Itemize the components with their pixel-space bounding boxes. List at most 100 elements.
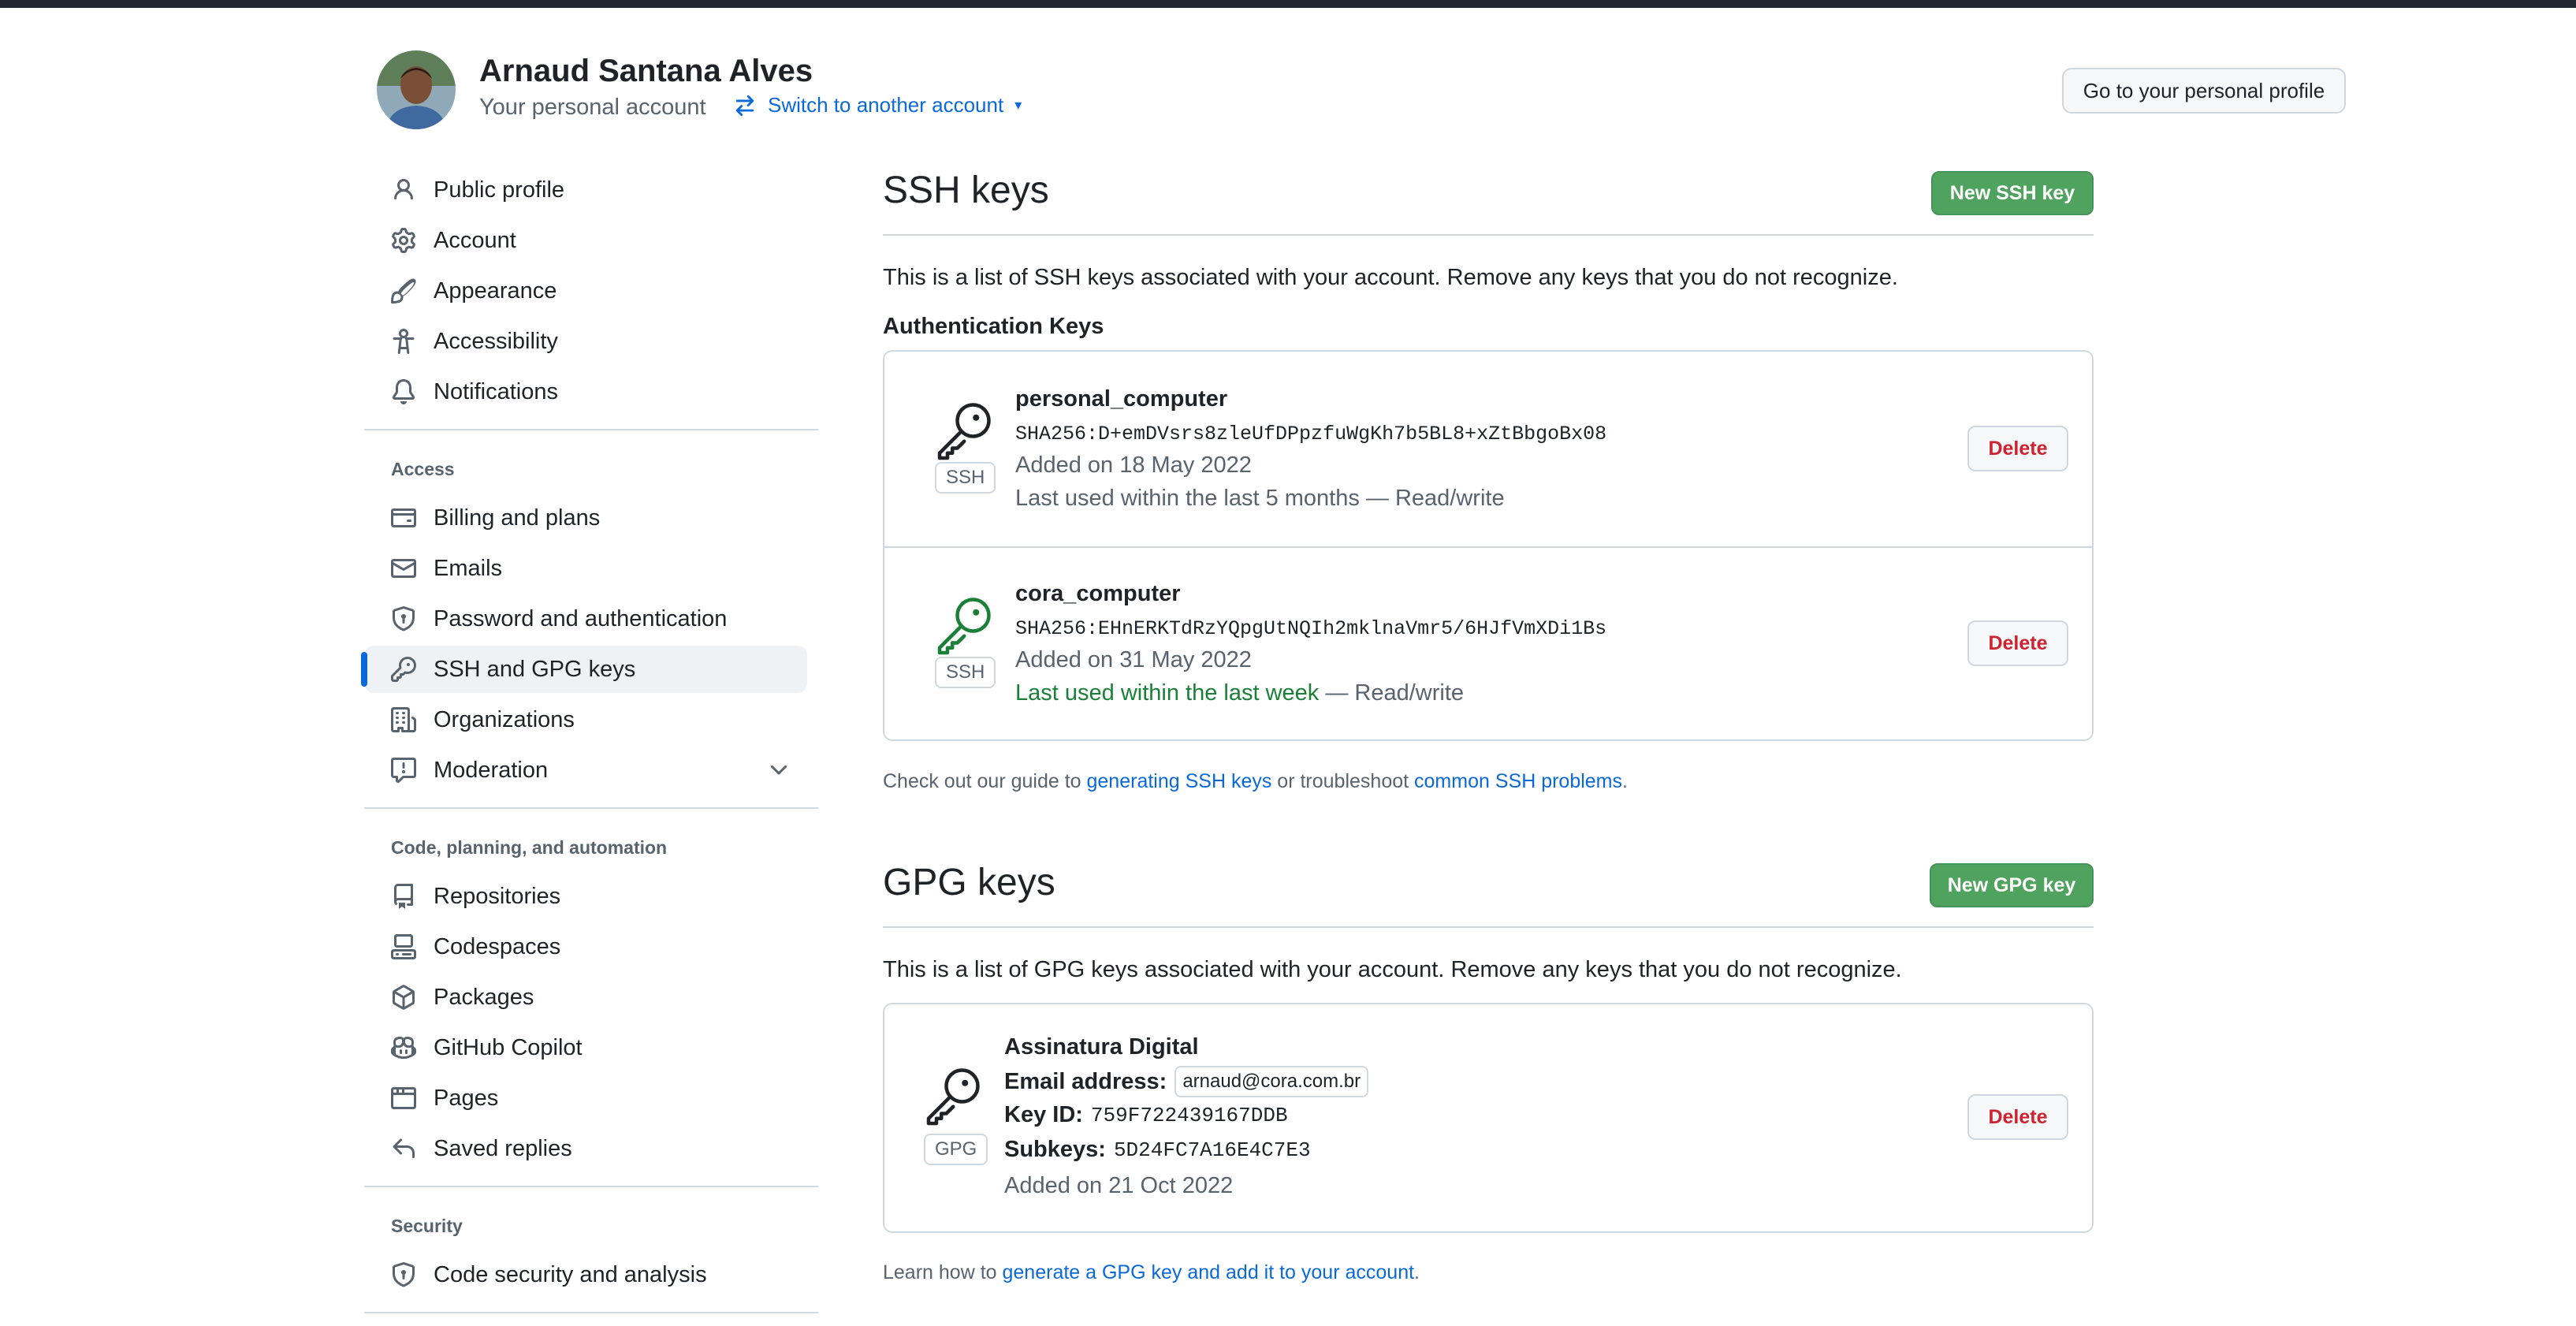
sidebar-heading-access: Access xyxy=(391,459,455,479)
key-icon xyxy=(926,1068,980,1126)
ssh-key-last-used-recent: Last used within the last week xyxy=(1015,680,1320,706)
key-icon xyxy=(937,403,991,460)
ssh-key-name: cora_computer xyxy=(1015,581,1181,606)
account-name: Arnaud Santana Alves xyxy=(479,54,813,88)
account-subtitle: Your personal account xyxy=(479,95,706,120)
sidebar-item-account[interactable]: Account xyxy=(364,217,807,264)
generating-ssh-keys-link[interactable]: generating SSH keys xyxy=(1087,770,1272,792)
new-gpg-key-button[interactable]: New GPG key xyxy=(1930,863,2094,907)
sidebar-item-label: Moderation xyxy=(434,757,549,783)
gpg-help-prefix: Learn how to xyxy=(883,1261,1003,1283)
gpg-keys-title: GPG keys xyxy=(883,862,1055,903)
sidebar-divider xyxy=(364,807,818,809)
sidebar-item-label: Code security and analysis xyxy=(434,1261,707,1287)
paintbrush-icon xyxy=(391,278,416,304)
browser-icon xyxy=(391,1087,416,1109)
shield-lock-icon xyxy=(393,606,415,631)
credit-card-icon xyxy=(391,508,416,527)
delete-ssh-key-button[interactable]: Delete xyxy=(1967,426,2068,471)
sidebar-item-label: Public profile xyxy=(434,177,565,203)
sidebar-item-appearance[interactable]: Appearance xyxy=(364,267,807,315)
sidebar-item-public-profile[interactable]: Public profile xyxy=(364,166,807,214)
ssh-help-mid: or troubleshoot xyxy=(1271,770,1415,792)
sidebar-item-repositories[interactable]: Repositories xyxy=(364,873,807,920)
sidebar-item-codespaces[interactable]: Codespaces xyxy=(364,923,807,970)
sidebar-item-label: Billing and plans xyxy=(434,505,601,531)
gpg-key-row: GPG Assinatura Digital Email address: ar… xyxy=(884,1004,2092,1231)
key-icon xyxy=(937,598,991,655)
sidebar-item-pages[interactable]: Pages xyxy=(364,1075,807,1122)
person-icon xyxy=(394,179,413,200)
ssh-key-fingerprint: SHA256:D+emDVsrs8zleUfDPpzfuWgKh7b5BL8+x… xyxy=(1015,423,1607,445)
gpg-subkeys: Subkeys: 5D24FC7A16E4C7E3 xyxy=(1004,1137,1311,1163)
ssh-key-access: — Read/write xyxy=(1319,680,1465,706)
gpg-help-suffix: . xyxy=(1414,1261,1420,1283)
sidebar-item-label: Appearance xyxy=(434,277,557,304)
gpg-help-text: Learn how to generate a GPG key and add … xyxy=(883,1261,1420,1284)
delete-ssh-key-button[interactable]: Delete xyxy=(1967,620,2068,666)
gpg-keys-list: GPG Assinatura Digital Email address: ar… xyxy=(883,1003,2094,1233)
top-bar xyxy=(0,0,2576,8)
sidebar-item-label: Repositories xyxy=(434,883,561,909)
gpg-divider xyxy=(883,926,2094,928)
gpg-key-id: Key ID: 759F722439167DDB xyxy=(1004,1102,1288,1128)
sidebar-heading-code: Code, planning, and automation xyxy=(391,837,668,858)
sidebar-item-label: Packages xyxy=(434,984,534,1010)
sidebar-item-moderation[interactable]: Moderation xyxy=(364,747,807,794)
arrow-switch-icon xyxy=(735,95,754,116)
shield-lock-icon xyxy=(393,1262,415,1287)
reply-icon xyxy=(393,1138,415,1158)
gpg-email-value: arnaud@cora.com.br xyxy=(1174,1066,1369,1097)
sidebar-divider xyxy=(364,1312,818,1313)
ssh-key-last-used: Last used within the last 5 months — Rea… xyxy=(1015,486,1505,511)
ssh-key-fingerprint: SHA256:EHnERKTdRzYQpgUtNQIh2mklnaVmr5/6H… xyxy=(1015,617,1607,640)
avatar[interactable] xyxy=(377,50,456,129)
sidebar-item-label: SSH and GPG keys xyxy=(434,656,636,682)
ssh-description: This is a list of SSH keys associated wi… xyxy=(883,265,1898,290)
sidebar-heading-security: Security xyxy=(391,1216,463,1236)
gpg-keyid-value: 759F722439167DDB xyxy=(1090,1103,1288,1127)
sidebar-item-ssh-gpg-keys[interactable]: SSH and GPG keys xyxy=(361,646,807,693)
sidebar-item-label: Saved replies xyxy=(434,1135,572,1161)
organization-icon xyxy=(391,707,416,732)
sidebar-item-emails[interactable]: Emails xyxy=(364,545,807,592)
ssh-badge: SSH xyxy=(935,657,996,688)
sidebar-item-accessibility[interactable]: Accessibility xyxy=(364,318,807,365)
sidebar-item-notifications[interactable]: Notifications xyxy=(364,368,807,415)
ssh-key-added-date: Added on 31 May 2022 xyxy=(1015,647,1252,672)
sidebar-item-label: Password and authentication xyxy=(434,605,728,631)
gear-icon xyxy=(392,228,415,253)
codespaces-icon xyxy=(391,934,416,959)
ssh-keys-title: SSH keys xyxy=(883,169,1049,211)
go-to-profile-button[interactable]: Go to your personal profile xyxy=(2062,68,2346,114)
sidebar-item-billing[interactable]: Billing and plans xyxy=(364,494,807,542)
new-ssh-key-button[interactable]: New SSH key xyxy=(1931,171,2094,215)
sidebar-item-label: Emails xyxy=(434,555,503,581)
sidebar-item-packages[interactable]: Packages xyxy=(364,974,807,1021)
common-ssh-problems-link[interactable]: common SSH problems xyxy=(1414,770,1622,792)
package-icon xyxy=(393,985,415,1010)
sidebar-item-password-auth[interactable]: Password and authentication xyxy=(364,595,807,643)
switch-account-link[interactable]: Switch to another account ▾ xyxy=(733,93,1022,117)
gpg-keyid-label: Key ID: xyxy=(1004,1102,1083,1127)
sidebar-item-label: Pages xyxy=(434,1085,499,1111)
sidebar-item-organizations[interactable]: Organizations xyxy=(364,696,807,743)
accessibility-icon xyxy=(393,329,415,354)
ssh-help-prefix: Check out our guide to xyxy=(883,770,1087,792)
copilot-icon xyxy=(391,1036,416,1060)
generate-gpg-key-link[interactable]: generate a GPG key and add it to your ac… xyxy=(1003,1261,1415,1283)
sidebar-item-copilot[interactable]: GitHub Copilot xyxy=(364,1024,807,1071)
gpg-key-name: Assinatura Digital xyxy=(1004,1034,1199,1060)
report-icon xyxy=(391,758,416,783)
ssh-help-suffix: . xyxy=(1622,770,1628,792)
sidebar-item-label: Account xyxy=(434,227,516,253)
gpg-key-added-date: Added on 21 Oct 2022 xyxy=(1004,1173,1234,1198)
sidebar-item-code-security[interactable]: Code security and analysis xyxy=(364,1251,807,1298)
mail-icon xyxy=(391,559,416,578)
sidebar-item-saved-replies[interactable]: Saved replies xyxy=(364,1125,807,1172)
delete-gpg-key-button[interactable]: Delete xyxy=(1967,1094,2068,1140)
ssh-key-name: personal_computer xyxy=(1015,386,1228,412)
chevron-down-icon xyxy=(771,765,787,775)
bell-icon xyxy=(392,379,415,404)
ssh-key-row: SSH personal_computer SHA256:D+emDVsrs8z… xyxy=(884,352,2092,546)
